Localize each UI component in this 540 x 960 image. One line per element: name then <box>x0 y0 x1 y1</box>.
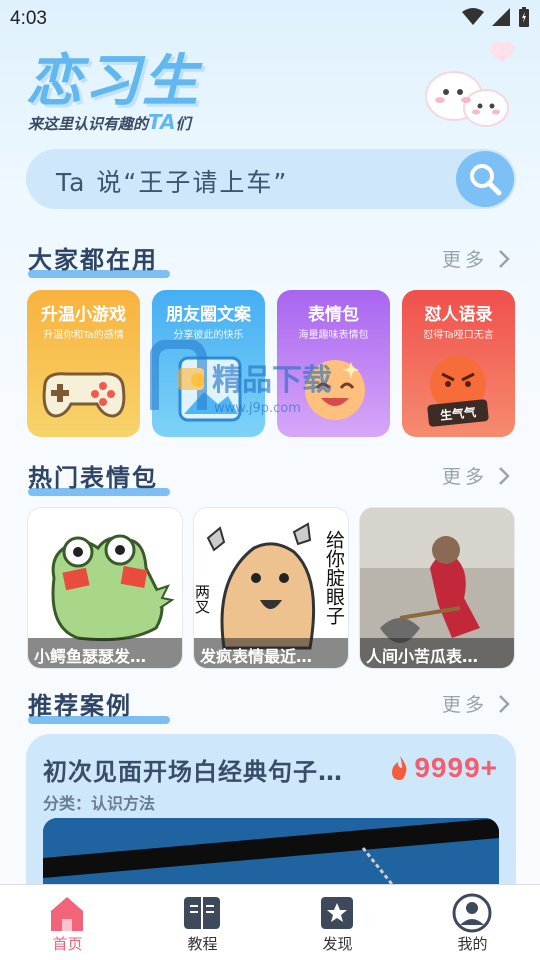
chevron-right-icon <box>499 249 510 268</box>
more-label: 更多 <box>441 694 488 716</box>
tool-title: 升温小游戏 <box>41 305 126 325</box>
sticker-card-crocodile[interactable]: 小鳄鱼瑟瑟发… <box>27 507 183 669</box>
more-hot-stickers-link[interactable]: 更多 <box>442 462 510 489</box>
tool-subtitle: 怼得Ta哑口无言 <box>423 330 494 341</box>
case-hot-count: 9999+ <box>390 752 498 784</box>
tool-title: 朋友圈文案 <box>166 305 251 325</box>
slogan-ta: TA <box>148 110 176 134</box>
app-logo: 恋习生 <box>26 49 200 114</box>
angry-face-icon: 生气气 <box>427 356 489 427</box>
sticker-side-text: 两叉 <box>194 584 211 614</box>
tool-subtitle: 海量趣味表情包 <box>298 330 369 341</box>
wifi-icon <box>462 8 484 25</box>
bottom-tab-bar: 首页 教程 发现 我的 <box>0 884 540 960</box>
chevron-right-icon <box>499 694 510 713</box>
section-title-popular-tools: 大家都在用 <box>28 240 170 278</box>
tool-subtitle: 分享彼此的快乐 <box>173 330 244 341</box>
case-category: 分类：认识方法 <box>43 794 156 813</box>
sticker-side-text: 给你腚眼子 <box>323 530 345 625</box>
more-label: 更多 <box>441 466 488 488</box>
case-count: 9999+ <box>414 752 498 783</box>
tab-label: 发现 <box>322 935 353 953</box>
user-icon <box>452 893 492 933</box>
sticker-card-monkey[interactable]: 人间小苦瓜表… <box>359 507 515 669</box>
sticker-card-dog[interactable]: 两叉 给你腚眼子 发疯表情最近… <box>193 507 349 669</box>
fire-icon <box>392 756 407 780</box>
sticker-caption: 小鳄鱼瑟瑟发… <box>28 638 182 668</box>
ghost-mascot-icon <box>425 41 515 127</box>
status-icons <box>462 7 530 27</box>
more-popular-tools-link[interactable]: 更多 <box>442 245 510 272</box>
app-slogan: 来这里认识有趣的TA们 <box>28 110 191 134</box>
gamepad-icon <box>42 372 126 418</box>
sticker-caption: 发疯表情最近… <box>194 638 348 668</box>
battery-icon <box>519 7 529 27</box>
home-icon <box>51 897 83 931</box>
section-title-recommended: 推荐案例 <box>28 686 170 724</box>
status-time: 4:03 <box>10 8 47 29</box>
more-label: 更多 <box>441 249 488 271</box>
status-bar: 4:03 <box>0 0 540 36</box>
tab-discover[interactable]: 发现 <box>270 885 405 960</box>
tab-home[interactable]: 首页 <box>0 885 135 960</box>
tool-title: 怼人语录 <box>424 305 493 325</box>
tab-profile[interactable]: 我的 <box>405 885 540 960</box>
watermark-url: www.j9p.com <box>214 401 301 416</box>
tab-label: 我的 <box>457 935 488 953</box>
search-icon <box>470 164 502 196</box>
tool-card-game[interactable]: 升温小游戏 升温你和Ta的感情 <box>27 290 140 437</box>
search-button[interactable] <box>456 151 514 207</box>
slogan-prefix: 来这里认识有趣的 <box>28 115 149 133</box>
slogan-suffix: 们 <box>175 115 191 133</box>
more-recommended-link[interactable]: 更多 <box>442 690 510 717</box>
case-title: 初次见面开场白经典句子… <box>43 758 343 786</box>
tab-label: 教程 <box>187 935 218 953</box>
tool-subtitle: 升温你和Ta的感情 <box>43 330 124 341</box>
watermark-text: 精品下载 <box>212 363 332 398</box>
tab-label: 首页 <box>52 935 83 953</box>
tool-title: 表情包 <box>308 305 359 325</box>
search-input[interactable]: Ta 说“王子请上车” <box>56 163 288 199</box>
tab-tutorial[interactable]: 教程 <box>135 885 270 960</box>
book-icon <box>184 897 220 929</box>
chevron-right-icon <box>499 466 510 485</box>
discover-star-icon <box>321 897 353 929</box>
tool-card-comebacks[interactable]: 怼人语录 怼得Ta哑口无言 生气气 <box>402 290 515 437</box>
signal-icon <box>492 8 510 26</box>
watermark-logo: 精品下载 www.j9p.com <box>150 340 332 416</box>
sticker-caption: 人间小苦瓜表… <box>360 638 514 668</box>
section-title-hot-stickers: 热门表情包 <box>28 458 170 496</box>
search-bar[interactable]: Ta 说“王子请上车” <box>26 149 516 209</box>
